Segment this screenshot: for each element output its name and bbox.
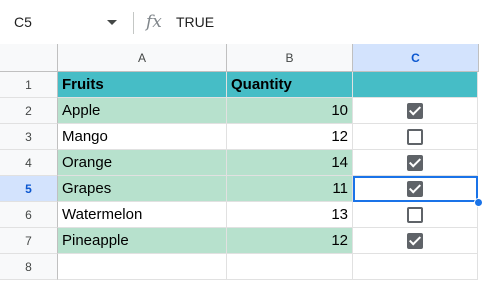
cell-c5[interactable] bbox=[353, 176, 478, 202]
cell-c3[interactable] bbox=[353, 124, 478, 150]
checkbox-unchecked-icon[interactable] bbox=[407, 128, 423, 145]
cell-c8[interactable] bbox=[353, 254, 478, 280]
cell-b2[interactable]: 10 bbox=[227, 98, 353, 124]
cell-a1[interactable]: Fruits bbox=[58, 72, 227, 98]
cell-c1[interactable] bbox=[353, 72, 478, 98]
formula-bar-divider bbox=[133, 12, 134, 34]
cell-a3[interactable]: Mango bbox=[58, 124, 227, 150]
fill-handle[interactable] bbox=[474, 198, 483, 207]
cell-a2[interactable]: Apple bbox=[58, 98, 227, 124]
fx-icon: fx bbox=[146, 12, 162, 32]
cell-b3[interactable]: 12 bbox=[227, 124, 353, 150]
row-header-6[interactable]: 6 bbox=[0, 202, 58, 228]
checkbox-unchecked-icon[interactable] bbox=[407, 206, 423, 223]
row-header-4[interactable]: 4 bbox=[0, 150, 58, 176]
cell-a5[interactable]: Grapes bbox=[58, 176, 227, 202]
row-header-1[interactable]: 1 bbox=[0, 72, 58, 98]
checkbox-checked-icon[interactable] bbox=[407, 232, 423, 249]
column-header-a[interactable]: A bbox=[58, 44, 227, 72]
cell-b7[interactable]: 12 bbox=[227, 228, 353, 254]
cell-a7[interactable]: Pineapple bbox=[58, 228, 227, 254]
cell-a8[interactable] bbox=[58, 254, 227, 280]
cell-b6[interactable]: 13 bbox=[227, 202, 353, 228]
row-header-2[interactable]: 2 bbox=[0, 98, 58, 124]
cell-c6[interactable] bbox=[353, 202, 478, 228]
row-header-7[interactable]: 7 bbox=[0, 228, 58, 254]
cell-c4[interactable] bbox=[353, 150, 478, 176]
formula-input[interactable]: TRUE bbox=[176, 14, 214, 30]
cell-a6[interactable]: Watermelon bbox=[58, 202, 227, 228]
cell-b5[interactable]: 11 bbox=[227, 176, 353, 202]
row-header-5[interactable]: 5 bbox=[0, 176, 58, 202]
select-all-corner[interactable] bbox=[0, 44, 58, 72]
checkbox-checked-icon[interactable] bbox=[407, 180, 423, 197]
chevron-down-icon[interactable] bbox=[107, 20, 117, 25]
cell-a4[interactable]: Orange bbox=[58, 150, 227, 176]
row-header-3[interactable]: 3 bbox=[0, 124, 58, 150]
cell-b1[interactable]: Quantity bbox=[227, 72, 353, 98]
checkbox-checked-icon[interactable] bbox=[407, 102, 423, 119]
cell-c7[interactable] bbox=[353, 228, 478, 254]
name-box[interactable]: C5 bbox=[14, 14, 32, 30]
cell-b4[interactable]: 14 bbox=[227, 150, 353, 176]
row-header-8[interactable]: 8 bbox=[0, 254, 58, 280]
cell-b8[interactable] bbox=[227, 254, 353, 280]
cell-c2[interactable] bbox=[353, 98, 478, 124]
column-header-c[interactable]: C bbox=[353, 44, 479, 72]
checkbox-checked-icon[interactable] bbox=[407, 154, 423, 171]
column-header-b[interactable]: B bbox=[227, 44, 353, 72]
formula-bar: C5 fx TRUE bbox=[0, 0, 498, 44]
